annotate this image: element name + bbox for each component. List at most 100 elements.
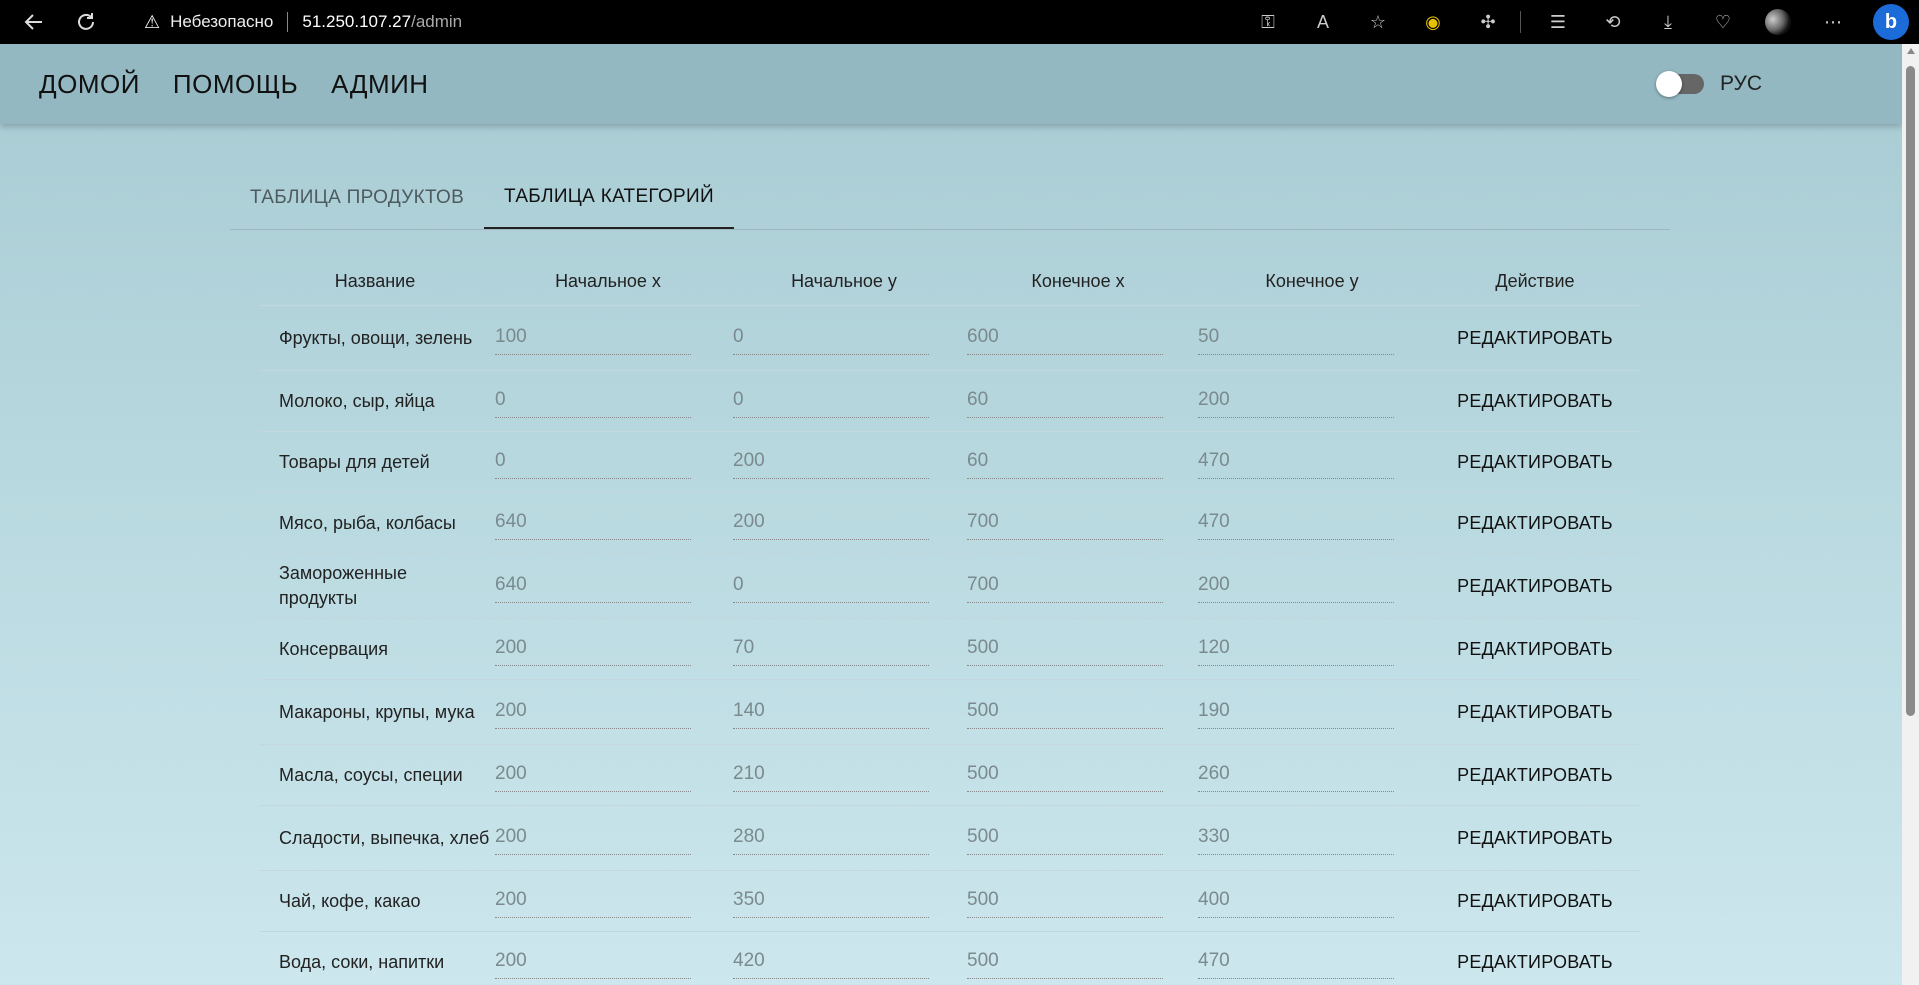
add-favorite-icon[interactable]: ☆ <box>1360 4 1396 40</box>
profile-icon[interactable] <box>1760 4 1796 40</box>
edit-button[interactable]: РЕДАКТИРОВАТЬ <box>1430 391 1640 412</box>
edit-button[interactable]: РЕДАКТИРОВАТЬ <box>1430 513 1640 534</box>
language-toggle[interactable] <box>1655 71 1704 97</box>
start-x-input[interactable]: 640 <box>495 506 691 540</box>
start-x-cell: 200 <box>490 758 726 792</box>
scroll-up-icon[interactable] <box>1907 48 1915 54</box>
end-x-cell: 500 <box>962 695 1198 729</box>
key-icon[interactable]: ⚿ <box>1250 4 1286 40</box>
start-x-input[interactable]: 200 <box>495 695 691 729</box>
start-x-input[interactable]: 200 <box>495 821 691 855</box>
end-y-input[interactable]: 330 <box>1198 821 1394 855</box>
start-x-cell: 640 <box>490 569 726 603</box>
end-x-input[interactable]: 60 <box>967 445 1163 479</box>
edit-button[interactable]: РЕДАКТИРОВАТЬ <box>1430 891 1640 912</box>
start-y-input[interactable]: 210 <box>733 758 929 792</box>
start-x-input[interactable]: 640 <box>495 569 691 603</box>
end-x-cell: 600 <box>962 321 1198 355</box>
more-icon[interactable]: ⋯ <box>1815 4 1851 40</box>
history-icon[interactable]: ⟲ <box>1595 4 1631 40</box>
end-y-input[interactable]: 260 <box>1198 758 1394 792</box>
end-y-input[interactable]: 120 <box>1198 632 1394 666</box>
table-row: Масла, соусы, специи 200 210 500 260 РЕДАКТИР… <box>260 745 1640 806</box>
end-x-input[interactable]: 500 <box>967 695 1163 729</box>
start-y-input[interactable]: 0 <box>733 321 929 355</box>
reload-button[interactable] <box>68 4 104 40</box>
start-x-input[interactable]: 0 <box>495 384 691 418</box>
end-y-input[interactable]: 470 <box>1198 506 1394 540</box>
extension-badge-icon[interactable]: ◉ <box>1415 4 1451 40</box>
favorites-icon[interactable]: ☰ <box>1540 4 1576 40</box>
health-icon[interactable]: ♡ <box>1705 4 1741 40</box>
read-aloud-icon[interactable]: A <box>1305 4 1341 40</box>
start-y-input[interactable]: 350 <box>733 884 929 918</box>
start-x-cell: 0 <box>490 445 726 479</box>
end-y-input[interactable]: 470 <box>1198 945 1394 979</box>
edit-button[interactable]: РЕДАКТИРОВАТЬ <box>1430 952 1640 973</box>
scroll-thumb[interactable] <box>1906 66 1915 716</box>
start-x-input[interactable]: 200 <box>495 884 691 918</box>
end-y-cell: 470 <box>1198 945 1430 979</box>
download-icon[interactable]: ⤓ <box>1650 4 1686 40</box>
end-x-input[interactable]: 500 <box>967 945 1163 979</box>
end-y-input[interactable]: 200 <box>1198 569 1394 603</box>
end-y-input[interactable]: 190 <box>1198 695 1394 729</box>
edit-button[interactable]: РЕДАКТИРОВАТЬ <box>1430 328 1640 349</box>
security-label: Небезопасно <box>170 12 274 31</box>
end-y-input[interactable]: 400 <box>1198 884 1394 918</box>
start-x-input[interactable]: 200 <box>495 632 691 666</box>
start-x-cell: 200 <box>490 884 726 918</box>
edit-button[interactable]: РЕДАКТИРОВАТЬ <box>1430 639 1640 660</box>
start-x-input[interactable]: 200 <box>495 758 691 792</box>
end-x-input[interactable]: 500 <box>967 821 1163 855</box>
end-x-cell: 700 <box>962 569 1198 603</box>
start-y-input[interactable]: 200 <box>733 445 929 479</box>
start-y-input[interactable]: 420 <box>733 945 929 979</box>
url-host: 51.250.107.27 <box>302 12 412 31</box>
nav-home-link[interactable]: ДОМОЙ <box>39 69 140 100</box>
end-x-input[interactable]: 60 <box>967 384 1163 418</box>
start-y-input[interactable]: 70 <box>733 632 929 666</box>
category-name: Сладости, выпечка, хлеб <box>279 827 490 848</box>
extensions-icon[interactable]: ✣ <box>1470 4 1506 40</box>
edit-button[interactable]: РЕДАКТИРОВАТЬ <box>1430 765 1640 786</box>
start-x-input[interactable]: 200 <box>495 945 691 979</box>
tab-categories[interactable]: ТАБЛИЦА КАТЕГОРИЙ <box>484 166 734 229</box>
header-action: Действие <box>1495 271 1575 291</box>
category-name: Фрукты, овощи, зелень <box>279 327 473 348</box>
end-x-input[interactable]: 700 <box>967 569 1163 603</box>
edit-button[interactable]: РЕДАКТИРОВАТЬ <box>1430 452 1640 473</box>
start-y-input[interactable]: 0 <box>733 384 929 418</box>
start-y-input[interactable]: 0 <box>733 569 929 603</box>
end-y-input[interactable]: 50 <box>1198 321 1394 355</box>
edit-button[interactable]: РЕДАКТИРОВАТЬ <box>1430 702 1640 723</box>
language-switcher: РУС <box>1655 44 1762 124</box>
bing-icon[interactable]: b <box>1873 4 1909 40</box>
edit-button[interactable]: РЕДАКТИРОВАТЬ <box>1430 576 1640 597</box>
end-y-input[interactable]: 200 <box>1198 384 1394 418</box>
start-x-input[interactable]: 0 <box>495 445 691 479</box>
nav-admin-link[interactable]: АДМИН <box>331 69 428 100</box>
start-x-cell: 200 <box>490 695 726 729</box>
end-x-cell: 500 <box>962 758 1198 792</box>
end-x-input[interactable]: 500 <box>967 632 1163 666</box>
end-x-input[interactable]: 500 <box>967 884 1163 918</box>
start-y-cell: 0 <box>726 569 962 603</box>
back-button[interactable] <box>16 4 52 40</box>
start-x-input[interactable]: 100 <box>495 321 691 355</box>
address-bar[interactable]: ⚠ Небезопасно 51.250.107.27/admin <box>144 7 462 37</box>
end-x-input[interactable]: 500 <box>967 758 1163 792</box>
page-scrollbar[interactable] <box>1902 44 1919 985</box>
warning-icon: ⚠ <box>144 11 161 32</box>
start-y-input[interactable]: 140 <box>733 695 929 729</box>
start-y-input[interactable]: 200 <box>733 506 929 540</box>
end-y-input[interactable]: 470 <box>1198 445 1394 479</box>
start-y-input[interactable]: 280 <box>733 821 929 855</box>
tab-products[interactable]: ТАБЛИЦА ПРОДУКТОВ <box>230 166 484 229</box>
start-x-cell: 200 <box>490 821 726 855</box>
nav-help-link[interactable]: ПОМОЩЬ <box>173 69 298 100</box>
edit-button[interactable]: РЕДАКТИРОВАТЬ <box>1430 828 1640 849</box>
end-x-input[interactable]: 700 <box>967 506 1163 540</box>
end-x-input[interactable]: 600 <box>967 321 1163 355</box>
category-name: Товары для детей <box>279 451 430 472</box>
